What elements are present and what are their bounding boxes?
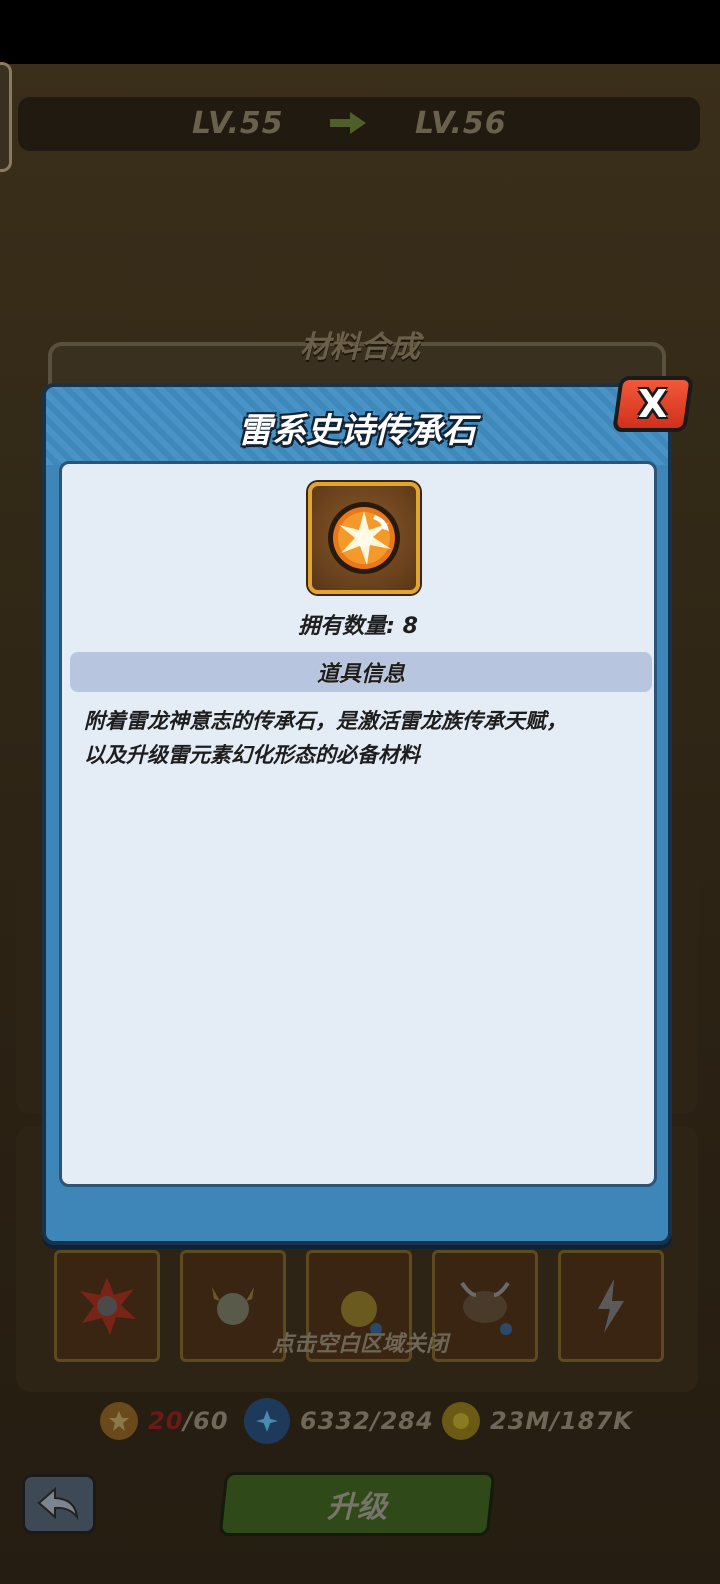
thunder-stone-icon (308, 482, 420, 594)
modal-body: 拥有数量: 8 道具信息 附着雷龙神意志的传承石，是激活雷龙族传承天赋， 以及升… (59, 461, 657, 1187)
burst-skill-icon (80, 1277, 136, 1335)
close-icon: X (638, 382, 668, 426)
description-line-2: 以及升级雷元素幻化形态的必备材料 (84, 743, 420, 767)
upgrade-label: 升级 (327, 1490, 387, 1525)
stone-icon (100, 1402, 138, 1440)
gold-amount: 23M/187K (490, 1407, 633, 1435)
resource-stone: 20 /60 (100, 1400, 229, 1442)
right-arrow-icon (330, 112, 366, 134)
modal-title: 雷系史诗传承石 (238, 411, 476, 451)
close-button[interactable]: X (612, 376, 694, 432)
stone-total: /60 (183, 1407, 229, 1435)
crystal-amount: 6332/284 (300, 1407, 434, 1435)
back-button[interactable] (22, 1474, 96, 1534)
side-tab[interactable] (0, 62, 12, 172)
lightning-skill-icon (598, 1279, 624, 1333)
skill-slot-1[interactable] (54, 1250, 160, 1362)
resource-crystal: 6332/284 (244, 1398, 434, 1444)
close-hint: 点击空白区域关闭 (271, 1332, 448, 1357)
gold-coin-icon (442, 1402, 480, 1440)
crystal-icon (244, 1398, 290, 1444)
stone-current: 20 (148, 1407, 184, 1435)
status-bar (0, 0, 720, 64)
upgrade-button[interactable]: 升级 (218, 1472, 496, 1536)
resource-gold: 23M/187K (442, 1400, 633, 1442)
item-info-title: 道具信息 (316, 662, 405, 687)
item-description: 附着雷龙神意志的传承石，是激活雷龙族传承天赋， 以及升级雷元素幻化形态的必备材料 (84, 704, 644, 772)
back-arrow-icon (37, 1487, 79, 1521)
level-current: LV.55 (192, 106, 284, 141)
item-info-header: 道具信息 (70, 652, 652, 692)
skill-slot-5[interactable] (558, 1250, 664, 1362)
description-line-1: 附着雷龙神意志的传承石，是激活雷龙族传承天赋， (84, 709, 567, 733)
item-info-modal: 雷系史诗传承石 拥有数量: 8 道具信息 附着雷龙神意志的传承石，是激活雷龙族传… (42, 383, 672, 1245)
owned-count: 拥有数量: 8 (298, 614, 418, 639)
level-next: LV.56 (415, 106, 507, 141)
synthesis-title: 材料合成 (300, 330, 420, 365)
